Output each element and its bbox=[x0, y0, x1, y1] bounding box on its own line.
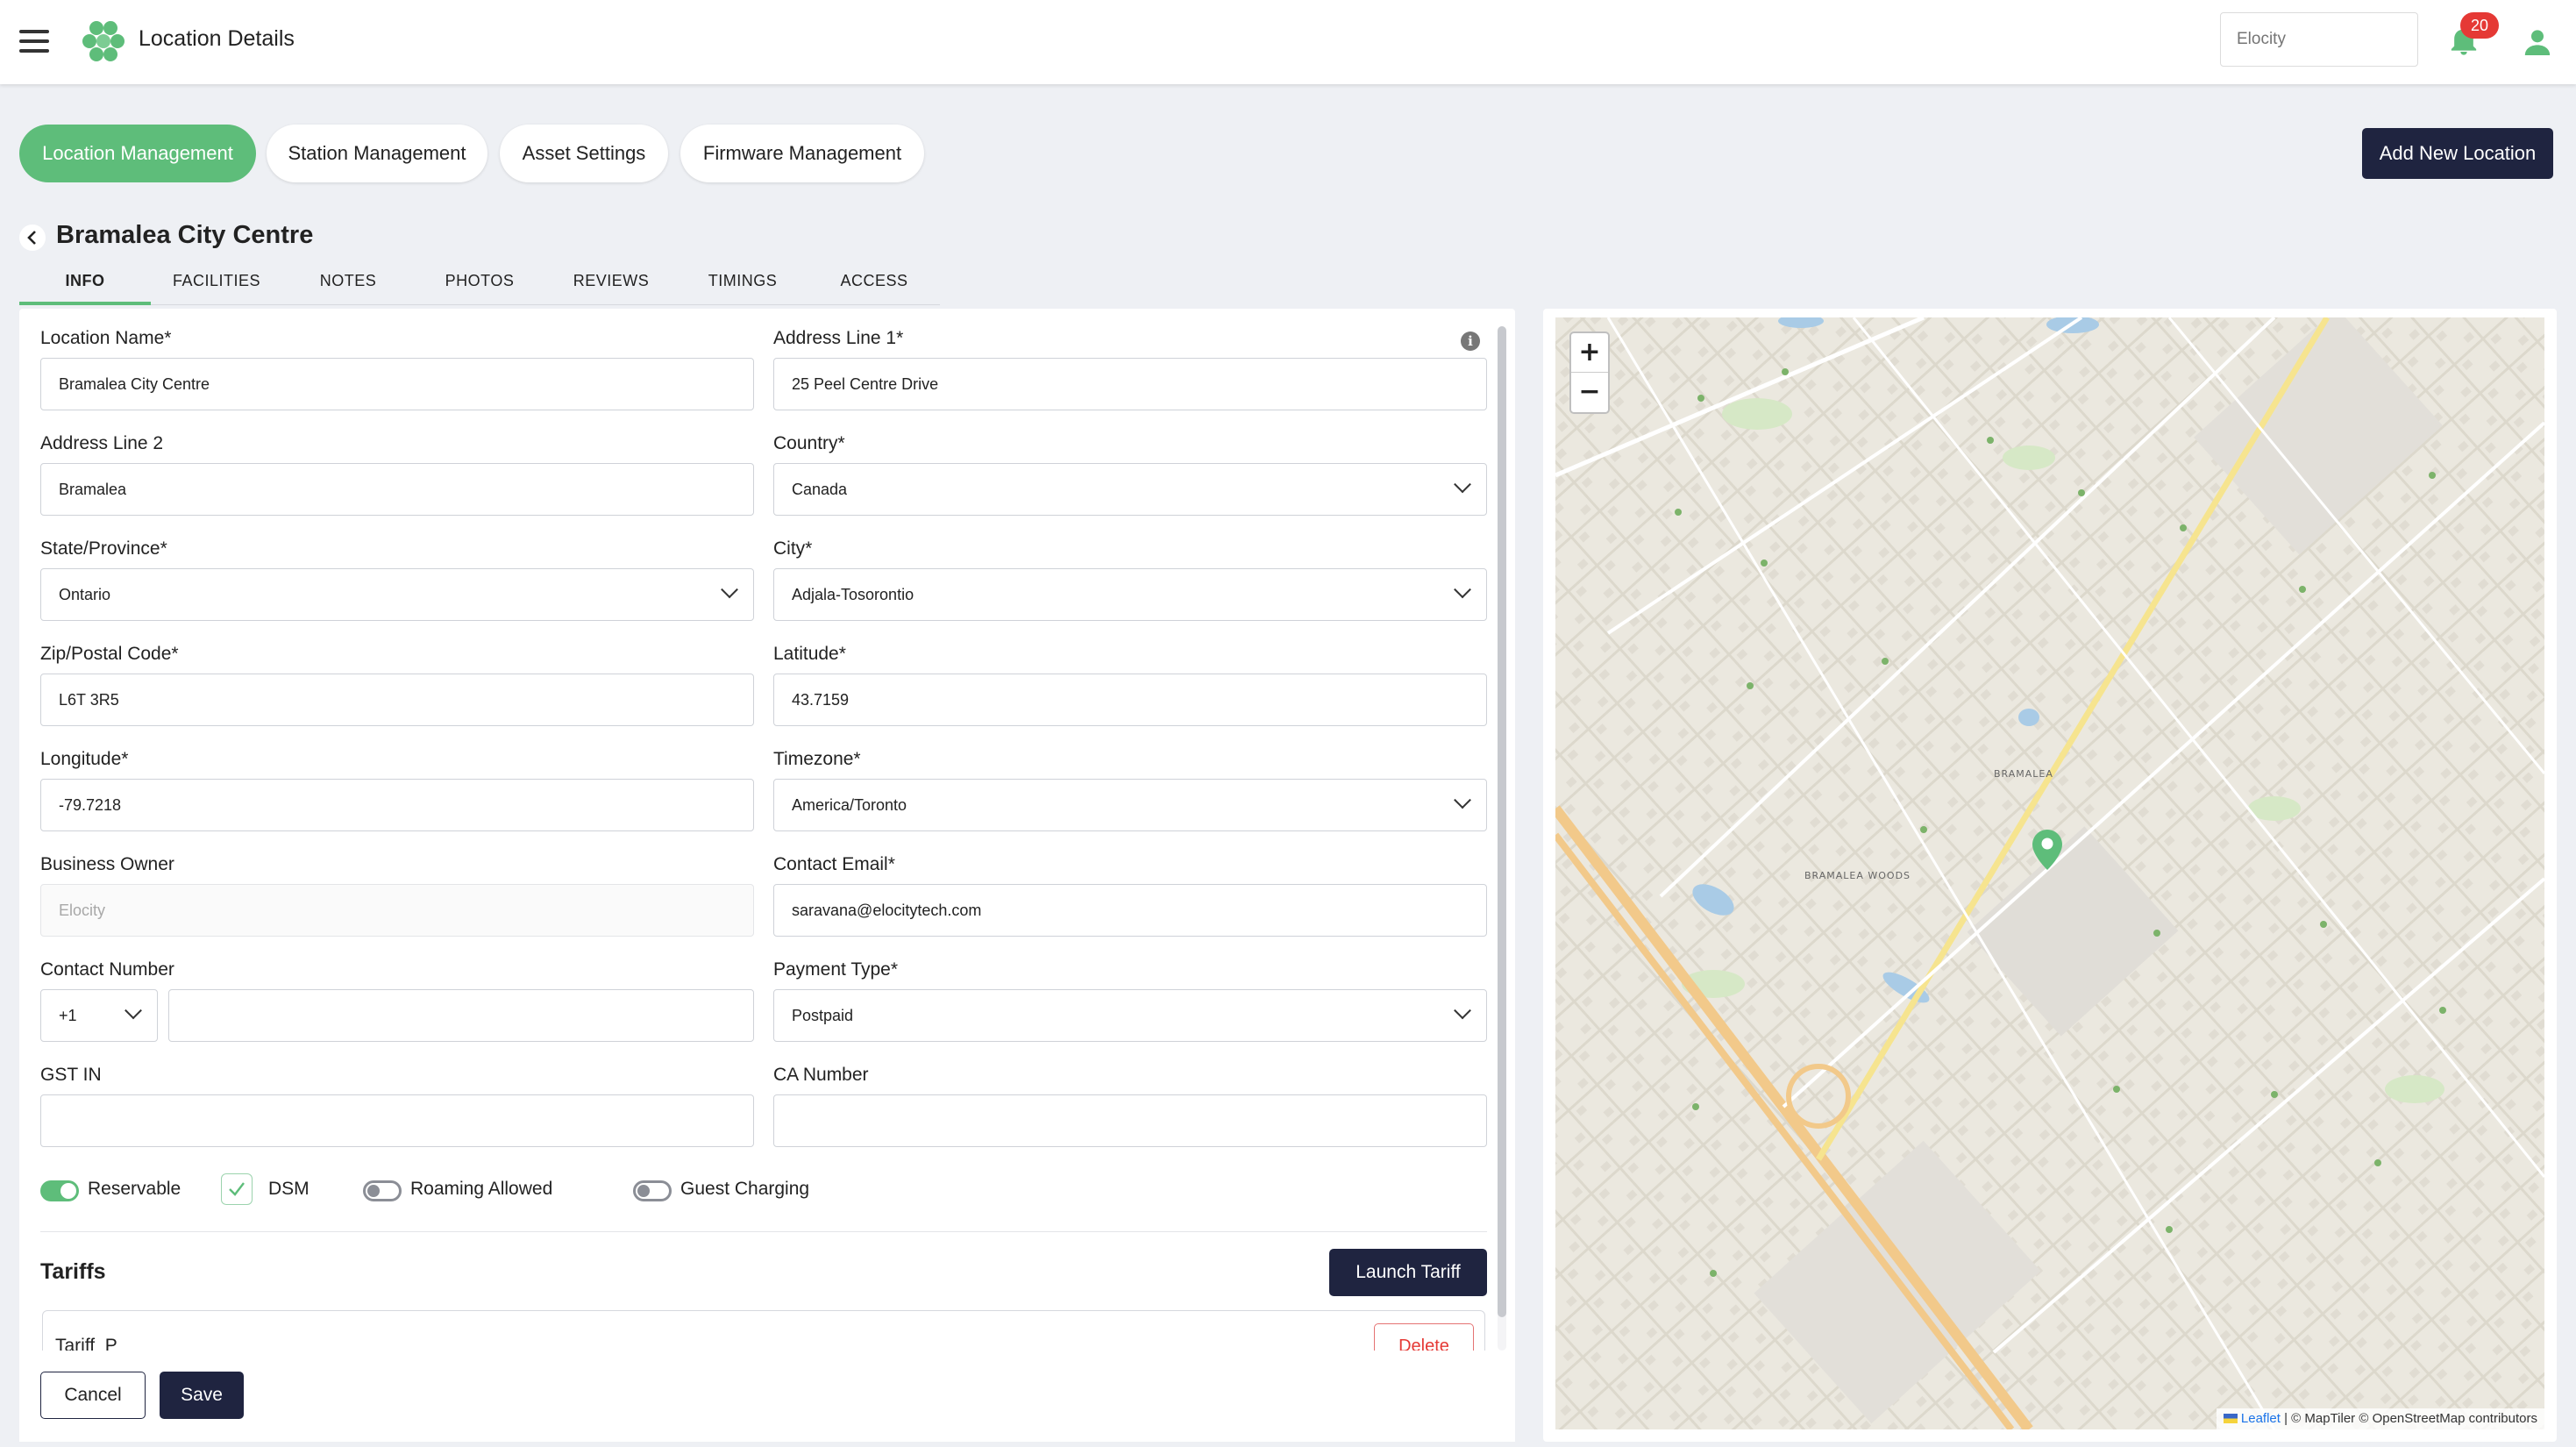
zip-label: Zip/Postal Code* bbox=[40, 644, 179, 664]
reservable-toggle[interactable] bbox=[40, 1180, 79, 1201]
map-label-bramalea: BRAMALEA bbox=[1994, 768, 2053, 780]
contact-number-input[interactable] bbox=[168, 989, 754, 1042]
map-tiles bbox=[1555, 317, 2544, 1429]
info-icon[interactable]: i bbox=[1461, 331, 1480, 351]
chevron-down-icon bbox=[1454, 1001, 1471, 1020]
contact-number-label: Contact Number bbox=[40, 959, 174, 980]
location-title: Bramalea City Centre bbox=[56, 221, 314, 249]
zoom-out-button[interactable]: − bbox=[1571, 373, 1608, 412]
flag-icon bbox=[2223, 1414, 2238, 1423]
app-title: Location Details bbox=[139, 26, 295, 51]
country-value: Canada bbox=[792, 481, 848, 498]
tab-location-management[interactable]: Location Management bbox=[19, 125, 256, 182]
roaming-allowed-label: Roaming Allowed bbox=[410, 1179, 553, 1199]
payment-type-label: Payment Type* bbox=[773, 959, 899, 980]
zoom-in-button[interactable]: + bbox=[1571, 333, 1608, 373]
timezone-label: Timezone* bbox=[773, 749, 861, 769]
chevron-down-icon bbox=[125, 1001, 142, 1020]
tab-info[interactable]: INFO bbox=[19, 261, 151, 305]
chevron-down-icon bbox=[1454, 475, 1471, 494]
notification-badge: 20 bbox=[2460, 12, 2499, 39]
guest-charging-label: Guest Charging bbox=[680, 1179, 810, 1199]
address-line-2-input[interactable]: Bramalea bbox=[40, 463, 754, 516]
attribution-text: | © MapTiler © OpenStreetMap contributor… bbox=[2280, 1411, 2537, 1426]
back-arrow-icon[interactable] bbox=[19, 225, 46, 251]
top-app-bar: Location Details 20 bbox=[0, 0, 2576, 84]
cancel-button[interactable]: Cancel bbox=[40, 1372, 146, 1419]
location-name-input[interactable]: Bramalea City Centre bbox=[40, 358, 754, 410]
tab-firmware-management[interactable]: Firmware Management bbox=[680, 125, 924, 182]
tab-facilities[interactable]: FACILITIES bbox=[151, 261, 282, 305]
tab-station-management[interactable]: Station Management bbox=[267, 125, 487, 182]
country-select[interactable]: Canada bbox=[773, 463, 1487, 516]
timezone-select[interactable]: America/Toronto bbox=[773, 779, 1487, 831]
save-button[interactable]: Save bbox=[160, 1372, 244, 1419]
map-label-bramalea-woods: BRAMALEA WOODS bbox=[1804, 870, 1911, 881]
roaming-allowed-toggle[interactable] bbox=[363, 1180, 402, 1201]
address-line-2-label: Address Line 2 bbox=[40, 433, 164, 453]
city-select[interactable]: Adjala-Tosorontio bbox=[773, 568, 1487, 621]
tab-reviews[interactable]: REVIEWS bbox=[545, 261, 677, 305]
state-value: Ontario bbox=[59, 586, 111, 603]
location-marker-icon[interactable] bbox=[2032, 830, 2062, 870]
ca-number-input[interactable] bbox=[773, 1094, 1487, 1147]
country-code-value: +1 bbox=[59, 1007, 77, 1024]
timezone-value: America/Toronto bbox=[792, 796, 907, 814]
address-line-1-input[interactable]: 25 Peel Centre Drive bbox=[773, 358, 1487, 410]
tab-notes[interactable]: NOTES bbox=[282, 261, 414, 305]
map-attribution: Leaflet | © MapTiler © OpenStreetMap con… bbox=[2216, 1408, 2544, 1429]
launch-tariff-button[interactable]: Launch Tariff bbox=[1329, 1249, 1487, 1296]
leaflet-link[interactable]: Leaflet bbox=[2241, 1411, 2281, 1426]
location-map[interactable]: BRAMALEA BRAMALEA WOODS + − Leaflet | © … bbox=[1555, 317, 2544, 1429]
dsm-label: DSM bbox=[268, 1179, 310, 1199]
add-new-location-button[interactable]: Add New Location bbox=[2362, 128, 2553, 179]
zoom-controls: + − bbox=[1569, 331, 1610, 414]
chevron-down-icon bbox=[721, 581, 738, 599]
contact-email-input[interactable]: saravana@elocitytech.com bbox=[773, 884, 1487, 937]
longitude-label: Longitude* bbox=[40, 749, 129, 769]
chevron-down-icon bbox=[1454, 791, 1471, 809]
city-value: Adjala-Tosorontio bbox=[792, 586, 914, 603]
reservable-label: Reservable bbox=[88, 1179, 181, 1199]
chevron-down-icon bbox=[1454, 581, 1471, 599]
payment-type-value: Postpaid bbox=[792, 1007, 854, 1024]
tab-photos[interactable]: PHOTOS bbox=[414, 261, 545, 305]
payment-type-select[interactable]: Postpaid bbox=[773, 989, 1487, 1042]
menu-icon[interactable] bbox=[19, 30, 49, 53]
city-label: City* bbox=[773, 538, 813, 559]
location-name-label: Location Name* bbox=[40, 328, 172, 348]
brand-selector-input[interactable] bbox=[2220, 12, 2418, 67]
contact-email-label: Contact Email* bbox=[773, 854, 895, 874]
ca-number-label: CA Number bbox=[773, 1065, 869, 1085]
country-code-select[interactable]: +1 bbox=[40, 989, 158, 1042]
form-scrollbar-thumb[interactable] bbox=[1498, 326, 1506, 1317]
gst-in-label: GST IN bbox=[40, 1065, 102, 1085]
check-icon bbox=[229, 1182, 245, 1196]
tariffs-heading: Tariffs bbox=[40, 1259, 106, 1284]
dsm-checkbox[interactable] bbox=[221, 1173, 253, 1205]
gst-in-input[interactable] bbox=[40, 1094, 754, 1147]
tab-asset-settings[interactable]: Asset Settings bbox=[500, 125, 668, 182]
tab-timings[interactable]: TIMINGS bbox=[677, 261, 808, 305]
longitude-input[interactable]: -79.7218 bbox=[40, 779, 754, 831]
divider bbox=[40, 1231, 1487, 1232]
state-label: State/Province* bbox=[40, 538, 167, 559]
zip-input[interactable]: L6T 3R5 bbox=[40, 674, 754, 726]
latitude-input[interactable]: 43.7159 bbox=[773, 674, 1487, 726]
business-owner-label: Business Owner bbox=[40, 854, 174, 874]
state-select[interactable]: Ontario bbox=[40, 568, 754, 621]
guest-charging-toggle[interactable] bbox=[633, 1180, 672, 1201]
tab-access[interactable]: ACCESS bbox=[808, 261, 940, 305]
logo-icon bbox=[82, 21, 125, 61]
country-label: Country* bbox=[773, 433, 845, 453]
location-sub-tabs: INFO FACILITIES NOTES PHOTOS REVIEWS TIM… bbox=[19, 261, 940, 305]
latitude-label: Latitude* bbox=[773, 644, 846, 664]
business-owner-input: Elocity bbox=[40, 884, 754, 937]
address-line-1-label: Address Line 1* bbox=[773, 328, 904, 348]
user-icon[interactable] bbox=[2520, 25, 2555, 60]
